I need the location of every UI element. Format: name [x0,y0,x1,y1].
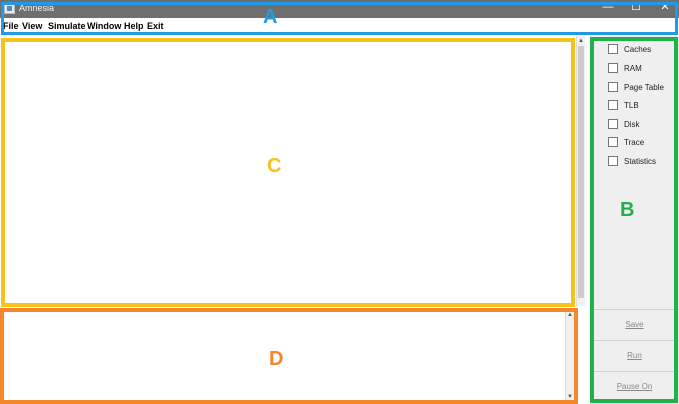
region-b-label: B [620,199,635,221]
region-d-label: D [269,348,284,370]
upper-scroll-thumb[interactable] [578,46,584,298]
scroll-up-arrow-icon[interactable]: ▲ [577,37,585,45]
region-c-highlight [1,38,575,307]
region-d-highlight [0,308,578,404]
region-a-highlight [1,2,678,35]
region-c-label: C [267,155,282,177]
upper-scrollbar[interactable]: ▲ [576,36,585,306]
region-a-label: A [263,6,278,28]
